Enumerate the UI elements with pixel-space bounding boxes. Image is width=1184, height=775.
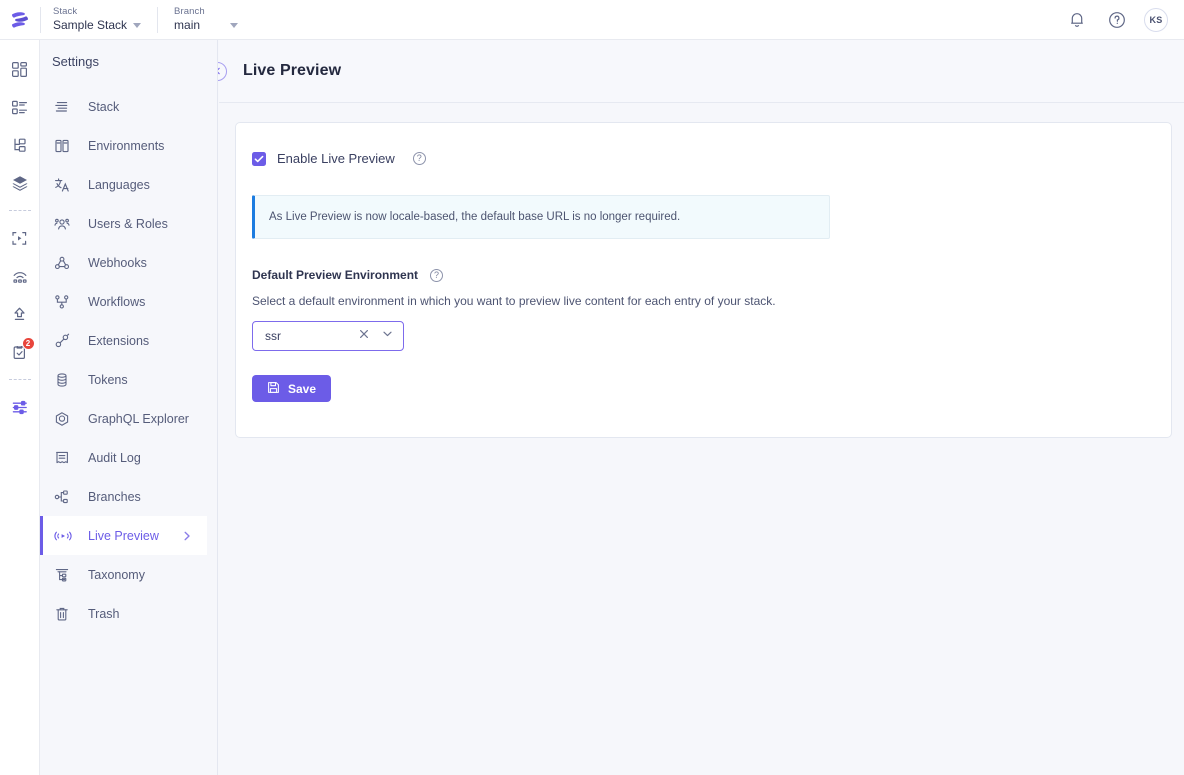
tasks-badge: 2 — [21, 337, 35, 350]
sidebar-item-label: Workflows — [88, 294, 146, 309]
avatar[interactable]: KS — [1144, 7, 1168, 32]
sidebar-item-label: Webhooks — [88, 255, 147, 270]
chevron-down-icon — [230, 23, 239, 28]
select-icons — [358, 327, 394, 345]
sidebar-item-audit-log[interactable]: Audit Log — [40, 438, 217, 477]
sidebar-item-taxonomy[interactable]: Taxonomy — [40, 555, 217, 594]
branch-switcher[interactable]: Branch main — [158, 0, 254, 40]
chevron-down-icon — [133, 23, 142, 28]
page-header: Live Preview — [208, 40, 1184, 103]
branch-value: main — [174, 18, 201, 32]
stack-icon — [54, 99, 76, 115]
save-floppy-icon — [267, 381, 280, 397]
dashboard-icon[interactable] — [2, 50, 38, 88]
sidebar-item-webhooks[interactable]: Webhooks — [40, 243, 217, 282]
languages-icon — [54, 177, 76, 193]
sidebar-item-extensions[interactable]: Extensions — [40, 321, 217, 360]
enable-live-preview-row: Enable Live Preview ? — [252, 151, 1171, 166]
content-models-icon[interactable] — [2, 126, 38, 164]
question-mark-icon[interactable]: ? — [412, 152, 426, 165]
branches-icon — [54, 489, 76, 505]
enable-live-preview-label: Enable Live Preview — [277, 151, 395, 166]
sidebar-item-label: Languages — [88, 177, 150, 192]
info-banner: As Live Preview is now locale-based, the… — [252, 195, 830, 239]
sidebar-item-label: Audit Log — [88, 450, 141, 465]
tasks-clipboard-icon[interactable]: 2 — [2, 333, 38, 371]
settings-nav-list: Stack Environments Languages Users & Rol… — [40, 87, 217, 633]
sidebar-item-branches[interactable]: Branches — [40, 477, 217, 516]
sidebar-item-workflows[interactable]: Workflows — [40, 282, 217, 321]
settings-card: Enable Live Preview ? As Live Preview is… — [235, 122, 1172, 438]
sidebar-item-label: Users & Roles — [88, 216, 168, 231]
chevron-right-icon — [181, 530, 193, 542]
environment-field-description: Select a default environment in which yo… — [252, 294, 776, 308]
assets-stack-icon[interactable] — [2, 164, 38, 202]
contentstack-logo-icon[interactable] — [0, 0, 40, 40]
bell-icon[interactable] — [1064, 7, 1090, 33]
environments-icon — [54, 138, 76, 154]
save-button-label: Save — [287, 381, 317, 396]
entries-icon[interactable] — [2, 88, 38, 126]
question-circle-icon[interactable] — [1104, 7, 1130, 33]
sidebar-item-live-preview[interactable]: Live Preview — [40, 516, 207, 555]
releases-icon[interactable] — [2, 257, 38, 295]
sidebar-item-label: Trash — [88, 606, 120, 621]
sidebar-item-label: Environments — [88, 138, 165, 153]
stack-switcher[interactable]: Stack Sample Stack — [41, 0, 157, 40]
rail-divider-2 — [8, 379, 31, 380]
sidebar-item-graphql-explorer[interactable]: GraphQL Explorer — [40, 399, 217, 438]
sidebar-item-label: Extensions — [88, 333, 150, 348]
branch-label: Branch — [174, 6, 205, 17]
extensions-icon — [54, 333, 76, 349]
sidebar-item-trash[interactable]: Trash — [40, 594, 217, 633]
sidebar-item-label: GraphQL Explorer — [88, 411, 189, 426]
sidebar-item-languages[interactable]: Languages — [40, 165, 217, 204]
settings-sidebar: Settings Stack Environments Languages Us… — [40, 40, 218, 775]
top-bar: Stack Sample Stack Branch main KS — [0, 0, 1184, 40]
settings-heading: Settings — [52, 54, 99, 69]
page-title: Live Preview — [243, 62, 342, 79]
sidebar-item-label: Live Preview — [88, 528, 159, 543]
sidebar-item-label: Tokens — [88, 372, 128, 387]
taxonomy-icon — [54, 567, 76, 583]
content-wrapper: Enable Live Preview ? As Live Preview is… — [219, 103, 1184, 438]
sidebar-item-users-roles[interactable]: Users & Roles — [40, 204, 217, 243]
live-preview-icon — [54, 529, 76, 543]
trash-icon — [54, 606, 76, 622]
settings-sliders-icon[interactable] — [2, 388, 38, 426]
enable-live-preview-checkbox[interactable] — [252, 151, 266, 166]
audit-log-icon — [54, 450, 76, 466]
topbar-actions: KS — [1064, 7, 1184, 33]
rail-divider — [8, 210, 31, 211]
question-mark-icon[interactable]: ? — [430, 268, 444, 282]
context-switchers: Stack Sample Stack Branch main — [41, 0, 254, 40]
sidebar-item-label: Branches — [88, 489, 141, 504]
sidebar-item-stack[interactable]: Stack — [40, 87, 217, 126]
workflows-icon — [54, 294, 76, 310]
app-icon-rail: 2 — [0, 40, 40, 775]
environment-select-value: ssr — [265, 329, 281, 343]
users-roles-icon — [54, 216, 76, 232]
save-button[interactable]: Save — [252, 375, 331, 402]
webhooks-icon — [54, 255, 76, 271]
sidebar-item-tokens[interactable]: Tokens — [40, 360, 217, 399]
graphql-icon — [54, 411, 76, 427]
tokens-icon — [54, 372, 76, 388]
sidebar-item-environments[interactable]: Environments — [40, 126, 217, 165]
environment-select[interactable]: ssr — [252, 321, 404, 351]
stack-value: Sample Stack — [53, 18, 128, 32]
environment-field-label-row: Default Preview Environment ? — [252, 268, 1171, 282]
sidebar-item-label: Taxonomy — [88, 567, 145, 582]
info-banner-text: As Live Preview is now locale-based, the… — [269, 211, 681, 223]
publish-queue-icon[interactable] — [2, 295, 38, 333]
environment-field-label: Default Preview Environment — [252, 268, 419, 282]
live-preview-frame-icon[interactable] — [2, 219, 38, 257]
main-content: Live Preview Enable Live Preview ? As Li… — [208, 40, 1184, 775]
chevron-down-icon[interactable] — [381, 327, 394, 345]
close-x-icon[interactable] — [358, 327, 370, 345]
sidebar-item-label: Stack — [88, 99, 120, 114]
stack-label: Stack — [53, 6, 78, 17]
